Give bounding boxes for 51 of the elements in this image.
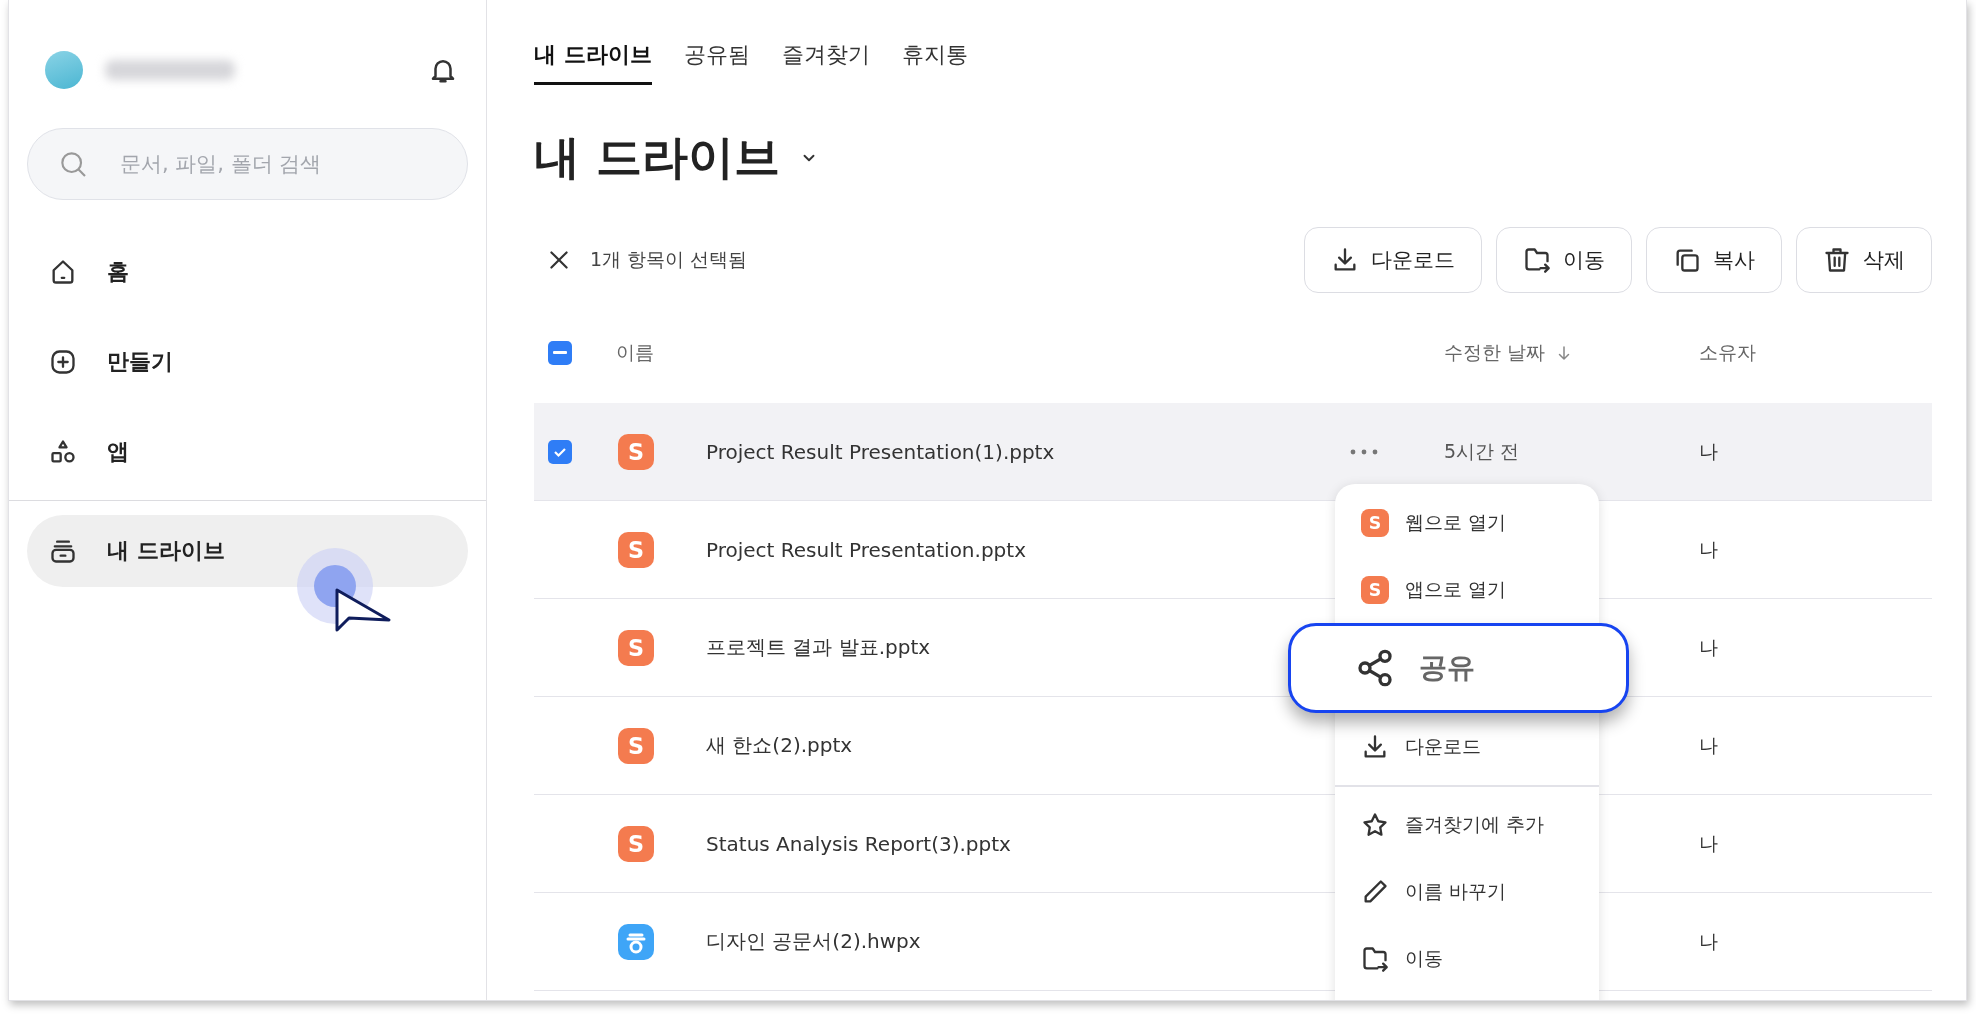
owner: 나: [1699, 732, 1719, 758]
more-icon: [1350, 448, 1378, 455]
action-button[interactable]: 복사: [1646, 227, 1782, 293]
slides-file-icon: S: [618, 727, 654, 764]
slides-file-icon: S: [618, 433, 654, 470]
column-header[interactable]: 수정한 날짜: [1444, 340, 1574, 366]
shapes-icon: [49, 438, 77, 466]
nav-item[interactable]: 홈: [27, 236, 468, 308]
tab[interactable]: 휴지통: [901, 40, 968, 85]
plus-icon: [49, 348, 77, 376]
slides-file-icon: S: [618, 825, 654, 862]
action-button[interactable]: 삭제: [1796, 227, 1932, 293]
modified-date: 5시간 전: [1444, 439, 1520, 462]
tab[interactable]: 즐겨찾기: [781, 40, 870, 85]
file-name[interactable]: Project Result Presentation(1).pptx: [706, 439, 1347, 464]
slides-file-icon: S: [618, 531, 654, 568]
folder-move-icon: [1361, 945, 1389, 973]
trash-icon: [1823, 246, 1851, 274]
table-row[interactable]: S Project Result Presentation(1).pptx 5시간 전 나: [534, 403, 1932, 501]
column-header[interactable]: 소유자: [1699, 340, 1932, 366]
menu-item[interactable]: 다운로드: [1335, 718, 1599, 775]
hangul-file-icon: [618, 923, 654, 960]
tab[interactable]: 내 드라이브: [534, 40, 652, 85]
menu-item[interactable]: 즐겨찾기에 추가: [1335, 796, 1599, 854]
nav-item[interactable]: 앱: [27, 416, 468, 488]
owner: 나: [1699, 830, 1719, 856]
owner: 나: [1699, 536, 1719, 562]
owner: 나: [1699, 438, 1719, 464]
page-title: 내 드라이브: [534, 129, 780, 186]
star-icon: [1361, 811, 1389, 839]
owner: 나: [1699, 928, 1719, 954]
menu-item[interactable]: 이동: [1335, 930, 1599, 988]
action-button[interactable]: 이동: [1496, 227, 1632, 293]
selection-count: 1개 항목이 선택됨: [590, 247, 749, 272]
folder-move-icon: [1523, 246, 1551, 274]
owner: 나: [1699, 634, 1719, 660]
slides-app-icon: S: [1361, 508, 1389, 537]
row-checkbox[interactable]: [548, 439, 572, 464]
slides-app-icon: S: [1361, 575, 1389, 604]
action-button[interactable]: 다운로드: [1304, 227, 1482, 293]
minus-icon: [553, 351, 567, 355]
menu-item[interactable]: 공유: [1288, 623, 1629, 713]
nav-item[interactable]: 내 드라이브: [27, 515, 468, 587]
select-all-checkbox[interactable]: [548, 341, 572, 365]
slides-file-icon: S: [618, 629, 654, 666]
tab[interactable]: 공유됨: [683, 40, 750, 85]
avatar[interactable]: [45, 51, 83, 89]
search-field[interactable]: 문서, 파일, 폴더 검색: [27, 128, 468, 200]
share-icon: [1355, 648, 1395, 688]
nav-item[interactable]: 만들기: [27, 326, 468, 398]
column-header[interactable]: 이름: [616, 340, 1347, 366]
